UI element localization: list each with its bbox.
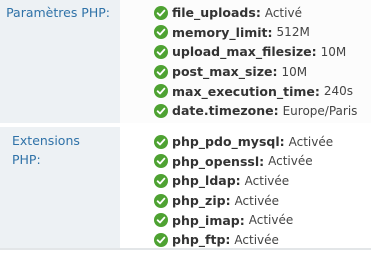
- setting-name: date.timezone: [172, 103, 274, 119]
- setting-value: 512M: [276, 25, 310, 40]
- php-settings-list: file_uploads: Activé memory_limit:512M uplo…: [154, 3, 357, 121]
- setting-row: post_max_size:10M: [154, 62, 357, 82]
- setting-row: php_imap: Activée: [154, 210, 333, 230]
- check-circle-icon: [154, 154, 168, 169]
- setting-name: max_execution_time: [172, 83, 315, 99]
- setting-value: Activée: [288, 134, 334, 149]
- setting-row: php_openssl: Activée: [154, 152, 333, 172]
- setting-value: Activée: [234, 232, 279, 247]
- setting-name: php_ftp: [172, 232, 226, 248]
- setting-name: php_pdo_mysql: [172, 134, 280, 150]
- check-circle-icon: [154, 103, 168, 118]
- setting-separator: :: [267, 24, 273, 40]
- setting-value: 240s: [323, 84, 354, 99]
- setting-separator: :: [272, 64, 278, 80]
- setting-value: Activée: [234, 193, 280, 208]
- check-circle-icon: [154, 232, 168, 247]
- check-circle-icon: [154, 64, 168, 79]
- check-circle-icon: [154, 25, 168, 40]
- php-extensions-section: Extensions PHP: php_pdo_mysql: Activée php…: [0, 127, 371, 248]
- check-circle-icon: [154, 213, 168, 228]
- setting-row: php_zip: Activée: [154, 191, 333, 211]
- check-circle-icon: [154, 134, 168, 149]
- php-extensions-label: Extensions PHP:: [0, 127, 120, 248]
- setting-name: memory_limit: [172, 24, 268, 40]
- setting-value: Activée: [244, 173, 290, 188]
- php-settings-values: file_uploads: Activé memory_limit:512M uplo…: [120, 0, 371, 123]
- setting-row: file_uploads: Activé: [154, 3, 357, 23]
- setting-name: php_imap: [172, 212, 240, 228]
- setting-row: php_ldap: Activée: [154, 171, 333, 191]
- setting-separator: :: [235, 173, 241, 189]
- setting-value: Activé: [264, 5, 302, 20]
- setting-separator: :: [273, 103, 279, 119]
- setting-separator: :: [259, 153, 265, 169]
- check-circle-icon: [154, 173, 168, 188]
- setting-row: php_pdo_mysql: Activée: [154, 132, 333, 152]
- setting-value: Activée: [248, 213, 294, 228]
- setting-row: php_ftp: Activée: [154, 230, 333, 250]
- check-circle-icon: [154, 44, 168, 59]
- bottom-divider: [0, 248, 371, 250]
- check-circle-icon: [154, 5, 168, 20]
- setting-name: file_uploads: [172, 5, 256, 21]
- setting-row: memory_limit:512M: [154, 23, 357, 43]
- php-settings-section: Paramètres PHP: file_uploads: Activé memor…: [0, 0, 371, 123]
- setting-name: post_max_size: [172, 64, 273, 80]
- setting-separator: :: [225, 193, 231, 209]
- setting-value: 10M: [281, 64, 308, 79]
- php-settings-label: Paramètres PHP:: [0, 0, 120, 123]
- setting-value: Europe/Paris: [282, 103, 358, 118]
- setting-separator: :: [225, 232, 231, 248]
- php-extensions-values: php_pdo_mysql: Activée php_openssl: Activée…: [120, 127, 371, 248]
- setting-name: upload_max_filesize: [172, 44, 312, 60]
- setting-separator: :: [279, 134, 285, 150]
- setting-name: php_ldap: [172, 173, 236, 189]
- php-extensions-list: php_pdo_mysql: Activée php_openssl: Activée…: [154, 132, 333, 250]
- setting-value: Activée: [268, 154, 313, 169]
- setting-separator: :: [311, 44, 317, 60]
- setting-separator: :: [314, 83, 320, 99]
- setting-row: max_execution_time:240s: [154, 81, 357, 101]
- check-circle-icon: [154, 193, 168, 208]
- php-info-table: Paramètres PHP: file_uploads: Activé memor…: [0, 0, 371, 260]
- setting-name: php_openssl: [172, 153, 260, 169]
- check-circle-icon: [154, 84, 168, 99]
- setting-separator: :: [239, 212, 245, 228]
- setting-row: upload_max_filesize:10M: [154, 42, 357, 62]
- setting-separator: :: [255, 5, 261, 21]
- setting-row: date.timezone: Europe/Paris: [154, 101, 357, 121]
- setting-name: php_zip: [172, 193, 226, 209]
- setting-value: 10M: [320, 44, 347, 59]
